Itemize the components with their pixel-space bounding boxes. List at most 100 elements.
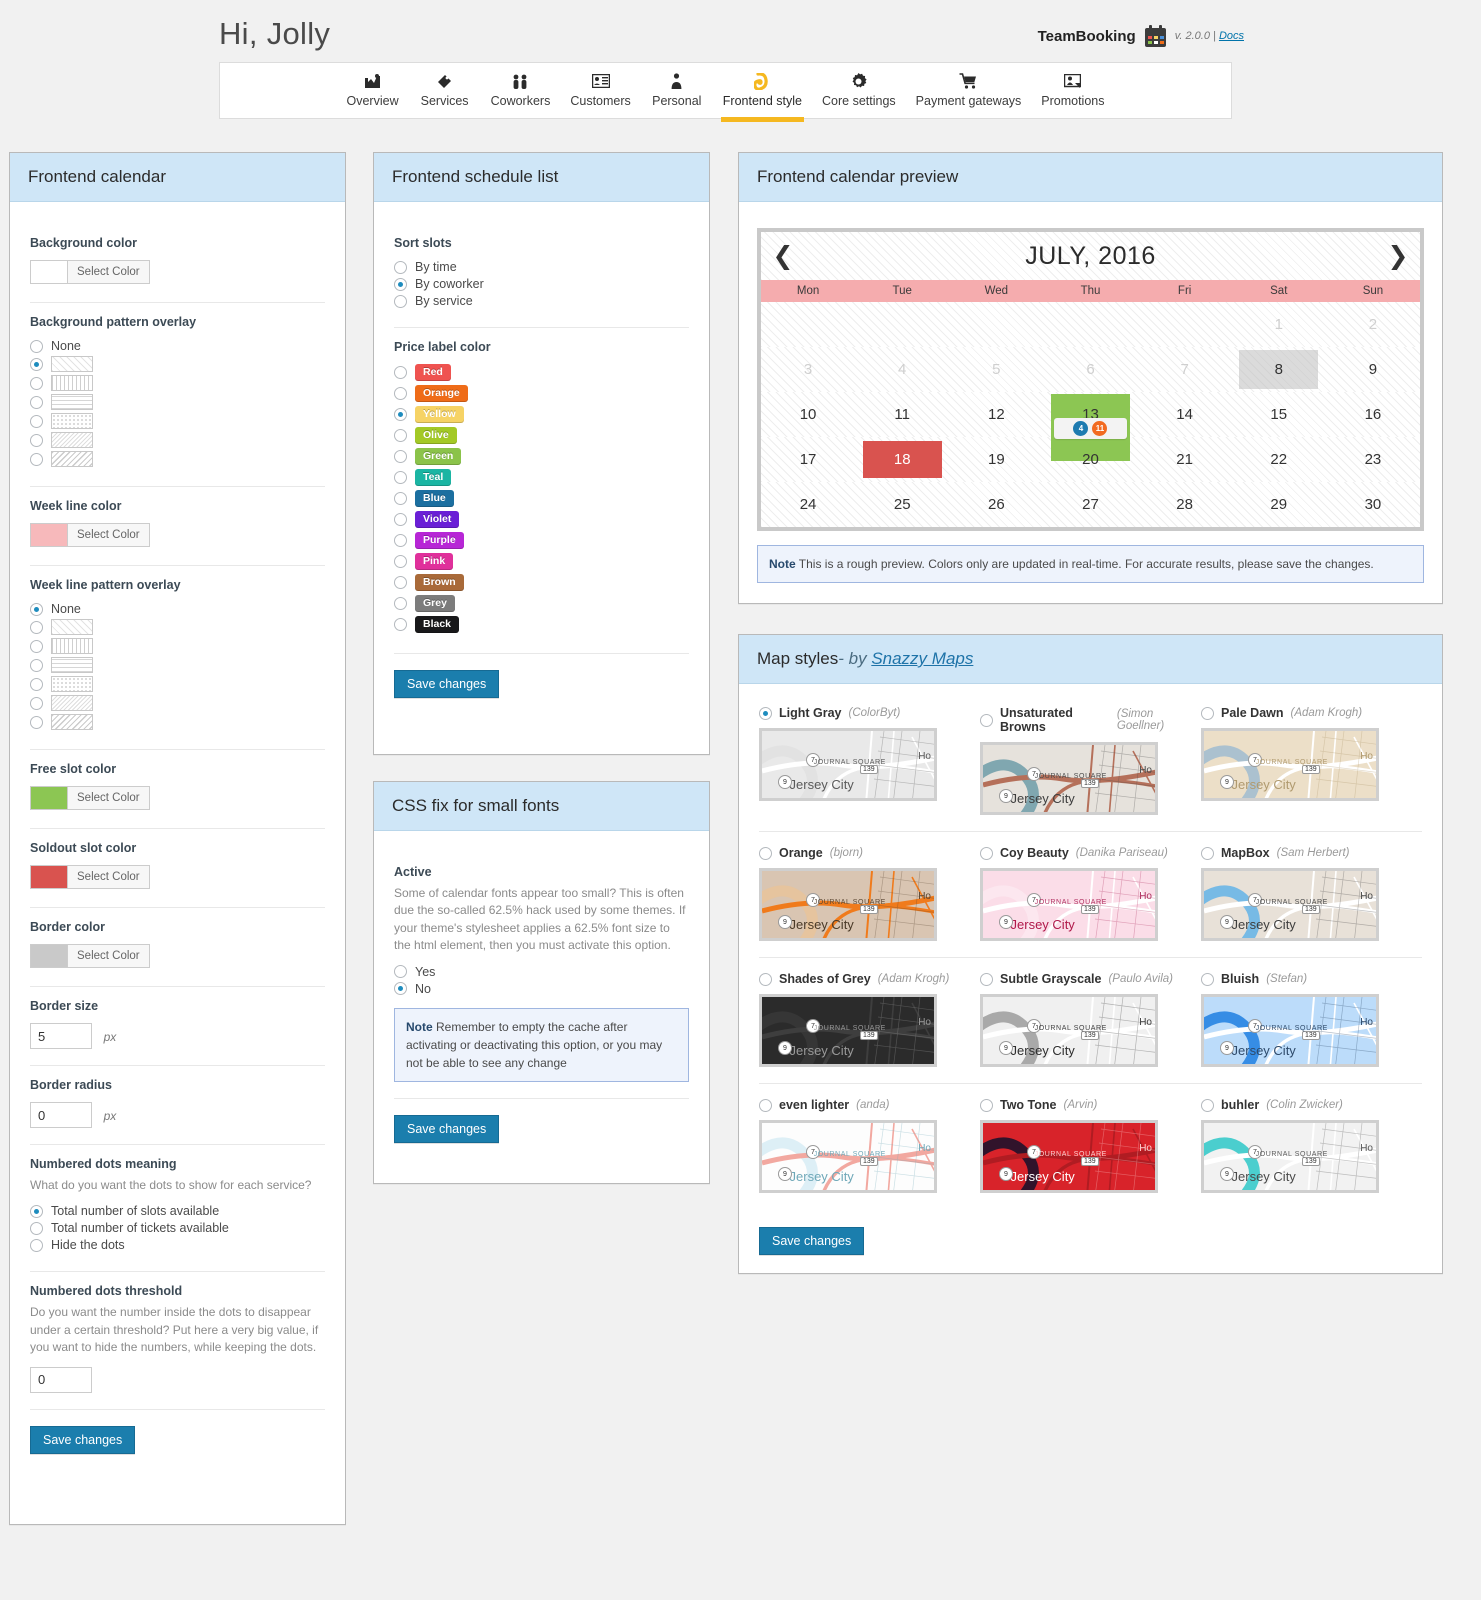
radio-button[interactable] (30, 677, 43, 691)
radio-button[interactable] (394, 277, 407, 291)
calendar-day-cell[interactable]: 22 (1232, 437, 1326, 482)
calendar-day-cell[interactable]: 6 (1043, 347, 1137, 392)
radio-button[interactable] (980, 972, 993, 986)
radio-button[interactable] (394, 408, 407, 421)
price-label-color-option-3[interactable]: Olive (394, 427, 689, 444)
map-style-option-6[interactable]: Shades of Grey (Adam Krogh) 7 9 139 JOURNAL S… (759, 958, 980, 1083)
map-thumbnail[interactable]: 7 9 139 JOURNAL SQUARE Ho Jersey City (759, 1120, 937, 1193)
calendar-day-cell[interactable]: 19 (949, 437, 1043, 482)
map-thumbnail[interactable]: 7 9 139 JOURNAL SQUARE Ho Jersey City (759, 868, 937, 941)
radio-button[interactable] (759, 846, 772, 860)
radio-button[interactable] (394, 450, 407, 463)
radio-button[interactable] (394, 965, 407, 979)
background-pattern-option-5[interactable] (30, 432, 325, 448)
radio-button[interactable] (394, 471, 407, 484)
radio-button[interactable] (1201, 1098, 1214, 1112)
map-style-option-0[interactable]: Light Gray (ColorByt) 7 9 139 JOURNAL SQUARE H… (759, 692, 980, 831)
calendar-day-cell[interactable]: 20 (1043, 437, 1137, 482)
radio-button[interactable] (759, 972, 772, 986)
price-label-color-option-12[interactable]: Black (394, 616, 689, 633)
radio-button[interactable] (30, 696, 43, 710)
price-label-color-option-11[interactable]: Grey (394, 595, 689, 612)
select-color-button[interactable]: Select Color (68, 787, 149, 809)
radio-button[interactable] (394, 982, 407, 996)
radio-button[interactable] (759, 1098, 772, 1112)
radio-button[interactable] (30, 602, 43, 616)
map-thumbnail[interactable]: 7 9 139 JOURNAL SQUARE Ho Jersey City (980, 1120, 1158, 1193)
radio-button[interactable] (1201, 972, 1214, 986)
week-line-pattern-option-6[interactable] (30, 714, 325, 730)
calendar-day-cell[interactable]: 25 (855, 482, 949, 527)
numbered-dots-threshold-input[interactable] (30, 1366, 92, 1393)
map-style-option-7[interactable]: Subtle Grayscale (Paulo Avila) 7 9 139 JOURNA… (980, 958, 1201, 1083)
css-fix-option-0[interactable]: Yes (394, 965, 689, 979)
map-thumbnail[interactable]: 7 9 139 JOURNAL SQUARE Ho Jersey City (759, 994, 937, 1067)
calendar-day-cell[interactable]: 12 (949, 392, 1043, 437)
tab-payment-gateways[interactable]: Payment gateways (906, 63, 1032, 108)
price-label-color-option-10[interactable]: Brown (394, 574, 689, 591)
radio-button[interactable] (980, 713, 993, 727)
save-button-schedule[interactable]: Save changes (394, 670, 500, 698)
background-pattern-option-1[interactable] (30, 356, 325, 372)
radio-button[interactable] (30, 715, 43, 729)
chevron-right-icon[interactable]: ❯ (1376, 241, 1420, 271)
radio-button[interactable] (394, 429, 407, 442)
price-label-color-option-5[interactable]: Teal (394, 469, 689, 486)
calendar-day-cell[interactable]: 18 (855, 437, 949, 482)
calendar-day-cell[interactable]: 27 (1043, 482, 1137, 527)
tab-overview[interactable]: Overview (337, 63, 409, 108)
price-label-color-option-4[interactable]: Green (394, 448, 689, 465)
radio-button[interactable] (759, 706, 772, 720)
radio-button[interactable] (30, 658, 43, 672)
radio-button[interactable] (30, 339, 43, 353)
save-button-cssfix[interactable]: Save changes (394, 1114, 500, 1143)
radio-button[interactable] (30, 414, 43, 428)
calendar-day-cell[interactable]: 8 (1232, 347, 1326, 392)
map-thumbnail[interactable]: 7 9 139 JOURNAL SQUARE Ho Jersey City (980, 742, 1158, 815)
css-fix-option-1[interactable]: No (394, 982, 689, 996)
map-thumbnail[interactable]: 7 9 139 JOURNAL SQUARE Ho Jersey City (1201, 868, 1379, 941)
select-color-button[interactable]: Select Color (68, 261, 149, 283)
price-label-color-option-8[interactable]: Purple (394, 532, 689, 549)
map-style-option-11[interactable]: buhler (Colin Zwicker) 7 9 139 JOURNAL SQUARE… (1201, 1084, 1422, 1209)
calendar-day-cell[interactable]: 2 (1326, 302, 1420, 347)
map-thumbnail[interactable]: 7 9 139 JOURNAL SQUARE Ho Jersey City (1201, 1120, 1379, 1193)
radio-button[interactable] (30, 357, 43, 371)
numbered-dots-meaning-option-1[interactable]: Total number of tickets available (30, 1221, 325, 1235)
map-style-option-1[interactable]: Unsaturated Browns (Simon Goellner) 7 9 139 J… (980, 692, 1201, 831)
calendar-day-cell[interactable]: 1 (1232, 302, 1326, 347)
docs-link[interactable]: Docs (1219, 30, 1244, 42)
map-thumbnail[interactable]: 7 9 139 JOURNAL SQUARE Ho Jersey City (1201, 728, 1379, 801)
calendar-day-cell[interactable]: 14 (1138, 392, 1232, 437)
background-pattern-radio-group[interactable]: None (30, 339, 325, 467)
tab-frontend-style[interactable]: Frontend style (713, 63, 812, 122)
tab-promotions[interactable]: Promotions (1031, 63, 1114, 108)
map-thumbnail[interactable]: 7 9 139 JOURNAL SQUARE Ho Jersey City (980, 994, 1158, 1067)
background-pattern-option-3[interactable] (30, 394, 325, 410)
calendar-day-cell[interactable]: 16 (1326, 392, 1420, 437)
radio-button[interactable] (30, 395, 43, 409)
radio-button[interactable] (394, 618, 407, 631)
background-pattern-option-6[interactable] (30, 451, 325, 467)
price-label-color-option-1[interactable]: Orange (394, 385, 689, 402)
map-thumbnail[interactable]: 7 9 139 JOURNAL SQUARE Ho Jersey City (759, 728, 937, 801)
map-style-option-2[interactable]: Pale Dawn (Adam Krogh) 7 9 139 JOURNAL SQUARE… (1201, 692, 1422, 831)
calendar-day-cell[interactable]: 26 (949, 482, 1043, 527)
border-size-input[interactable] (30, 1023, 92, 1049)
calendar-day-cell[interactable]: 21 (1138, 437, 1232, 482)
css-fix-radio-group[interactable]: Yes No (394, 965, 689, 996)
week-line-pattern-option-2[interactable] (30, 638, 325, 654)
price-label-color-option-2[interactable]: Yellow (394, 406, 689, 423)
numbered-dots-meaning-option-2[interactable]: Hide the dots (30, 1238, 325, 1252)
background-pattern-option-0[interactable]: None (30, 339, 325, 353)
radio-button[interactable] (394, 534, 407, 547)
price-label-color-option-9[interactable]: Pink (394, 553, 689, 570)
radio-button[interactable] (30, 639, 43, 653)
border-color-picker[interactable]: Select Color (30, 944, 150, 968)
radio-button[interactable] (394, 513, 407, 526)
background-pattern-option-2[interactable] (30, 375, 325, 391)
radio-button[interactable] (30, 433, 43, 447)
week-line-pattern-option-1[interactable] (30, 619, 325, 635)
numbered-dots-radio-group[interactable]: Total number of slots available Total num… (30, 1204, 325, 1252)
radio-button[interactable] (980, 846, 993, 860)
